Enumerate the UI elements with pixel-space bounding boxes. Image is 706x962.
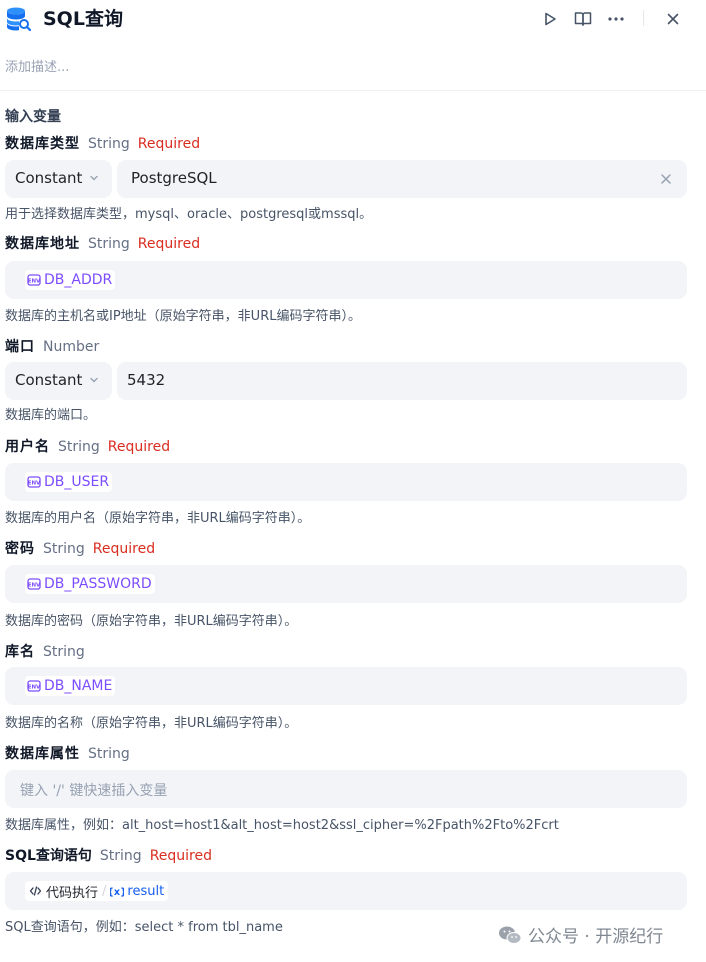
env-variable-tag[interactable]: ENV DB_USER <box>25 472 113 492</box>
svg-text:ENV: ENV <box>28 279 41 285</box>
header-divider <box>643 10 644 26</box>
field-help: 用于选择数据库类型，mysql、oracle、postgresql或mssql。 <box>5 207 373 222</box>
field-type: String <box>88 746 130 762</box>
field-name: 密码 <box>5 541 35 557</box>
close-icon <box>667 13 679 25</box>
db-type-select[interactable]: PostgreSQL <box>117 160 687 198</box>
mode-label: Constant <box>15 169 83 187</box>
required-badge: Required <box>149 848 212 864</box>
db-props-input[interactable]: 键入 '/' 键快速插入变量 <box>5 770 687 808</box>
db-name-input[interactable]: ENV DB_NAME <box>5 667 687 705</box>
svg-text:{x}: {x} <box>110 887 124 897</box>
field-name: 数据库类型 <box>5 136 80 152</box>
field-type: String <box>43 644 85 660</box>
port-input[interactable]: 5432 <box>117 362 687 400</box>
env-icon: ENV <box>27 476 41 488</box>
field-label-port: 端口 Number <box>5 338 99 356</box>
variable-name: result <box>127 883 165 899</box>
path-separator: / <box>102 883 107 899</box>
env-icon: ENV <box>27 274 41 286</box>
env-variable-name: DB_NAME <box>44 678 113 694</box>
description-input[interactable]: 添加描述... <box>5 56 69 75</box>
field-help: 数据库的密码（原始字符串，非URL编码字符串）。 <box>5 614 298 629</box>
more-button[interactable] <box>606 9 626 29</box>
watermark-text: 公众号 · 开源纪行 <box>528 927 664 947</box>
chevron-down-icon <box>90 175 98 181</box>
mode-label: Constant <box>15 371 83 389</box>
divider <box>0 90 706 91</box>
database-search-icon <box>7 7 31 32</box>
clear-icon[interactable] <box>659 172 673 186</box>
field-label-db-props: 数据库属性 String <box>5 745 130 763</box>
port-mode-select[interactable]: Constant <box>5 362 112 400</box>
env-variable-tag[interactable]: ENV DB_PASSWORD <box>25 574 155 594</box>
field-name: 数据库地址 <box>5 236 80 252</box>
svg-text:ENV: ENV <box>28 583 41 589</box>
section-title: 输入变量 <box>5 109 61 125</box>
sql-input[interactable]: 代码执行 / {x} result <box>5 872 687 910</box>
password-input[interactable]: ENV DB_PASSWORD <box>5 565 687 603</box>
run-button[interactable] <box>540 9 560 29</box>
selected-value: PostgreSQL <box>131 169 217 187</box>
field-help: 数据库的端口。 <box>5 408 97 423</box>
variable-icon: {x} <box>110 887 124 897</box>
play-icon <box>545 12 556 26</box>
field-type: String <box>88 236 130 252</box>
book-open-icon <box>574 12 592 26</box>
docs-button[interactable] <box>573 9 593 29</box>
field-label-user: 用户名 String Required <box>5 438 170 456</box>
env-variable-name: DB_USER <box>44 474 110 490</box>
watermark: 公众号 · 开源纪行 <box>498 922 663 947</box>
db-addr-input[interactable]: ENV DB_ADDR <box>5 261 687 299</box>
field-help: 数据库属性，例如：alt_host=host1&alt_host=host2&s… <box>5 818 559 833</box>
source-node-name: 代码执行 <box>46 885 99 901</box>
required-badge: Required <box>107 439 171 455</box>
env-variable-tag[interactable]: ENV DB_NAME <box>25 676 116 696</box>
field-label-db-type: 数据库类型 String Required <box>5 135 200 153</box>
field-name: 用户名 <box>5 439 50 455</box>
required-badge: Required <box>137 236 201 252</box>
env-icon: ENV <box>27 680 41 692</box>
field-help: 数据库的主机名或IP地址（原始字符串，非URL编码字符串）。 <box>5 309 361 324</box>
page-title: SQL查询 <box>43 8 123 30</box>
field-name: 数据库属性 <box>5 746 80 762</box>
svg-text:ENV: ENV <box>28 685 41 691</box>
field-name: 端口 <box>5 339 35 355</box>
field-label-password: 密码 String Required <box>5 540 155 558</box>
env-variable-name: DB_ADDR <box>44 272 113 288</box>
field-type: String <box>88 136 130 152</box>
field-label-db-name: 库名 String <box>5 643 85 661</box>
env-icon: ENV <box>27 578 41 590</box>
close-button[interactable] <box>663 9 683 29</box>
field-help: 数据库的名称（原始字符串，非URL编码字符串）。 <box>5 716 298 731</box>
field-label-sql: SQL查询语句 String Required <box>5 847 212 865</box>
field-type: String <box>99 848 142 864</box>
field-help: SQL查询语句，例如：select * from tbl_name <box>5 920 283 935</box>
env-variable-name: DB_PASSWORD <box>44 576 152 592</box>
field-name: 库名 <box>5 644 35 660</box>
db-type-mode-select[interactable]: Constant <box>5 160 112 198</box>
required-badge: Required <box>92 541 156 557</box>
field-name: SQL查询语句 <box>5 848 92 864</box>
field-help: 数据库的用户名（原始字符串，非URL编码字符串）。 <box>5 511 311 526</box>
more-horizontal-icon <box>608 17 624 21</box>
chevron-down-icon <box>90 377 98 383</box>
port-value: 5432 <box>127 371 166 389</box>
field-type: Number <box>43 339 100 355</box>
field-type: String <box>58 439 100 455</box>
wechat-icon <box>499 926 522 944</box>
input-placeholder: 键入 '/' 键快速插入变量 <box>20 783 168 799</box>
variable-reference-tag[interactable]: 代码执行 / {x} result <box>25 881 169 901</box>
env-variable-tag[interactable]: ENV DB_ADDR <box>25 270 116 290</box>
code-icon <box>29 886 42 896</box>
required-badge: Required <box>137 136 201 152</box>
field-label-db-addr: 数据库地址 String Required <box>5 235 200 253</box>
field-type: String <box>43 541 85 557</box>
panel-header: SQL查询 <box>0 0 706 40</box>
svg-text:ENV: ENV <box>28 481 41 487</box>
user-input[interactable]: ENV DB_USER <box>5 463 687 501</box>
